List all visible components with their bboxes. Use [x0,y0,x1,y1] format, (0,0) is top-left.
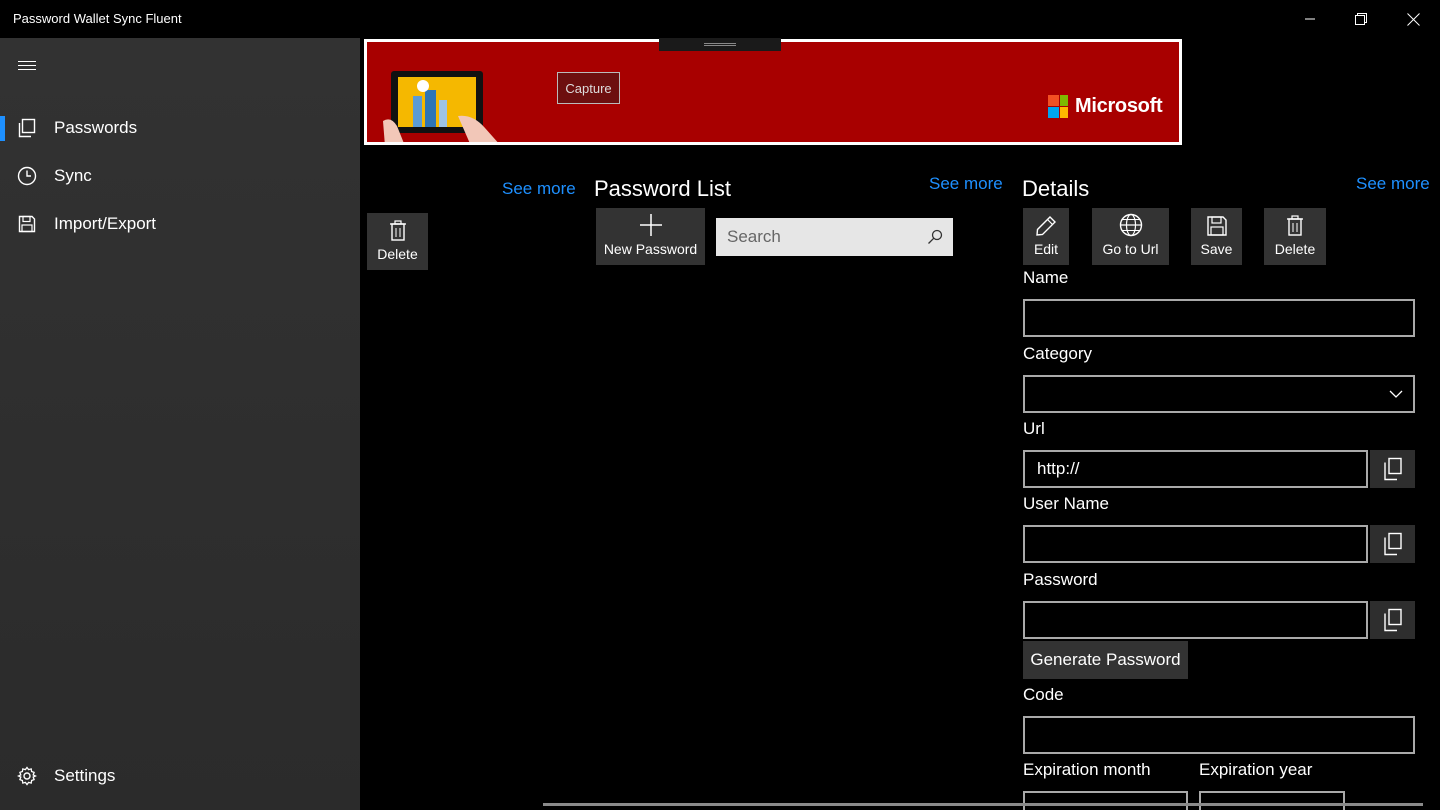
restore-icon [1355,13,1367,25]
delete-button-left[interactable]: Delete [367,213,428,270]
save-button[interactable]: Save [1191,208,1242,265]
edit-label: Edit [1033,241,1059,257]
nav-item-sync[interactable]: Sync [0,154,360,198]
ad-drag-handle[interactable] [659,38,781,51]
password-list-title: Password List [594,176,731,201]
expiration-year-label: Expiration year [1199,760,1313,779]
close-icon [1406,12,1420,26]
name-field[interactable] [1023,299,1415,337]
copy-icon [1383,608,1402,632]
username-label: User Name [1023,494,1109,513]
edit-button[interactable]: Edit [1023,208,1069,265]
see-more-link-details[interactable]: See more [1356,174,1430,194]
expiration-month-dropdown[interactable] [1023,791,1188,810]
close-button[interactable] [1387,0,1439,38]
details-title: Details [1022,176,1090,201]
floppy-disk-icon [1206,216,1227,236]
copy-pages-icon [18,118,36,138]
window-title: Password Wallet Sync Fluent [13,11,182,26]
horizontal-scrollbar[interactable] [543,803,1423,806]
save-label: Save [1200,241,1233,257]
go-to-url-button[interactable]: Go to Url [1092,208,1169,265]
nav-label-settings: Settings [54,766,116,785]
see-more-link-left[interactable]: See more [502,179,576,199]
category-label: Category [1023,344,1092,363]
delete-button-details[interactable]: Delete [1264,208,1326,265]
nav-label-import-export: Import/Export [54,214,157,233]
see-more-link-list[interactable]: See more [929,174,1003,194]
brand-name: Microsoft [1075,95,1163,117]
url-field[interactable]: http:// [1023,450,1368,488]
search-box[interactable] [716,218,953,256]
url-label: Url [1023,419,1045,438]
plus-icon [639,214,662,236]
copy-username-button[interactable] [1370,525,1415,563]
generate-password-button[interactable]: Generate Password [1023,641,1188,679]
grip-lines [704,43,736,46]
expiration-month-label: Expiration month [1023,760,1151,779]
capture-button[interactable]: Capture [557,72,620,104]
globe-icon [1119,213,1142,237]
ad-banner[interactable]: Capture Microsoft [364,39,1182,145]
password-field[interactable] [1023,601,1368,639]
code-field[interactable] [1023,716,1415,754]
minimize-button[interactable] [1284,0,1336,38]
gear-icon [17,766,37,786]
tablet-illustration [383,71,498,142]
copy-password-button[interactable] [1370,601,1415,639]
new-password-label: New Password [603,241,698,257]
minimize-icon [1305,18,1315,20]
chevron-down-icon [1389,390,1403,398]
nav-item-import-export[interactable]: Import/Export [0,202,360,246]
microsoft-logo-icon [1048,95,1068,118]
clock-icon [17,166,37,186]
nav-item-settings[interactable]: Settings [0,754,360,798]
search-input[interactable] [716,218,916,256]
search-icon[interactable] [927,229,943,245]
selection-indicator [0,116,5,141]
delete-label-left: Delete [377,246,418,262]
title-bar: Password Wallet Sync Fluent [0,0,1440,38]
username-field[interactable] [1023,525,1368,563]
new-password-button[interactable]: New Password [596,208,705,265]
nav-label-passwords: Passwords [54,118,138,137]
delete-label-details: Delete [1274,241,1316,257]
category-dropdown[interactable] [1023,375,1415,413]
code-label: Code [1023,685,1064,704]
pencil-icon [1036,216,1056,236]
go-to-url-label: Go to Url [1102,241,1159,257]
copy-url-button[interactable] [1370,450,1415,488]
app-window: Password Wallet Sync Fluent Passwords Sy… [0,0,1440,810]
navigation-pane: Passwords Sync Import/Export Settings [0,38,360,810]
trash-icon [389,220,406,241]
name-label: Name [1023,268,1069,287]
trash-icon [1287,215,1303,236]
expiration-year-dropdown[interactable] [1199,791,1345,810]
copy-icon [1383,532,1402,556]
copy-icon [1383,457,1402,481]
nav-label-sync: Sync [54,166,92,185]
hamburger-icon[interactable] [17,58,37,74]
floppy-disk-icon [18,215,36,233]
password-label: Password [1023,570,1098,589]
nav-item-passwords[interactable]: Passwords [0,106,360,150]
restore-button[interactable] [1335,0,1387,38]
